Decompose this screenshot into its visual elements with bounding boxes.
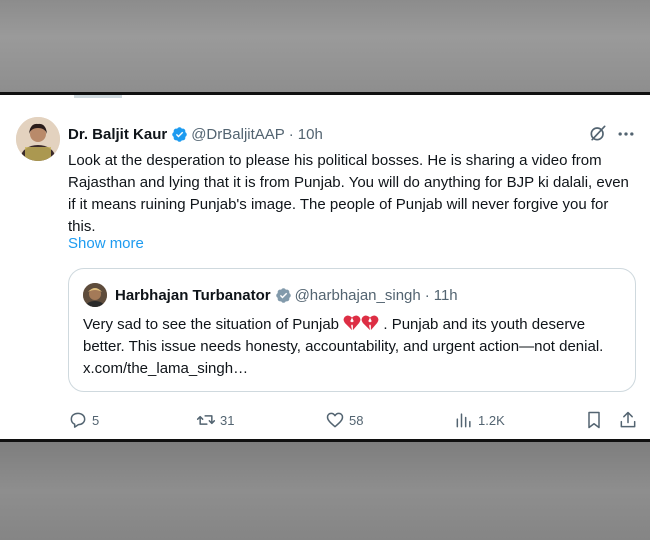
views-chart-icon	[456, 413, 471, 428]
views-count: 1.2K	[478, 412, 505, 428]
like-button[interactable]: 58	[325, 407, 363, 433]
share-icon	[620, 411, 636, 428]
author-handle[interactable]: @DrBaljitAAP	[191, 126, 285, 143]
show-more-link[interactable]: Show more	[68, 235, 144, 252]
author-avatar[interactable]	[16, 117, 60, 161]
broken-heart-icon-2	[361, 315, 379, 331]
author-avatar-image	[16, 117, 60, 161]
blurred-background-bottom	[0, 442, 650, 540]
repost-count: 31	[220, 412, 235, 428]
quoted-tweet[interactable]: Harbhajan Turbanator @harbhajan_singh · …	[68, 268, 636, 392]
quoted-text-part1: Very sad to see the situation of Punjab	[83, 316, 340, 333]
repost-button[interactable]: 31	[196, 407, 234, 433]
blurred-background-top	[0, 0, 650, 92]
quoted-author-avatar[interactable]	[83, 283, 107, 307]
reply-button[interactable]: 5	[68, 407, 99, 433]
quoted-text: Very sad to see the situation of Punjab …	[83, 314, 623, 380]
more-options-icon[interactable]	[616, 125, 636, 143]
action-bar: 5 31 58 1.2K	[0, 407, 650, 433]
grok-icon[interactable]	[588, 123, 608, 143]
broken-heart-icon	[343, 315, 361, 331]
quoted-verified-badge-icon	[275, 287, 291, 303]
heart-icon	[326, 412, 344, 428]
quoted-author-name[interactable]: Harbhajan Turbanator	[115, 287, 271, 304]
bookmark-icon	[588, 411, 600, 429]
separator-dot: ·	[288, 125, 294, 143]
tweet-time[interactable]: 10h	[298, 126, 323, 143]
quoted-time[interactable]: 11h	[434, 287, 458, 304]
quoted-header: Harbhajan Turbanator @harbhajan_singh · …	[115, 284, 458, 306]
verified-badge-icon	[172, 126, 187, 142]
views-button[interactable]: 1.2K	[454, 407, 505, 433]
thread-connector	[74, 95, 122, 98]
author-name[interactable]: Dr. Baljit Kaur	[68, 126, 167, 143]
quoted-author-handle[interactable]: @harbhajan_singh	[295, 287, 421, 304]
bookmark-button[interactable]	[584, 407, 608, 433]
quoted-avatar-image	[83, 283, 107, 307]
quoted-separator-dot: ·	[424, 286, 430, 304]
reply-icon	[70, 412, 86, 428]
reply-count: 5	[92, 412, 100, 428]
tweet-header: Dr. Baljit Kaur @DrBaljitAAP · 10h	[68, 123, 323, 145]
tweet-card[interactable]: Dr. Baljit Kaur @DrBaljitAAP · 10h Look …	[0, 92, 650, 442]
like-count: 58	[349, 412, 364, 428]
tweet-text: Look at the desperation to please his po…	[68, 152, 629, 235]
repost-icon	[196, 415, 216, 425]
share-button[interactable]	[618, 407, 642, 433]
